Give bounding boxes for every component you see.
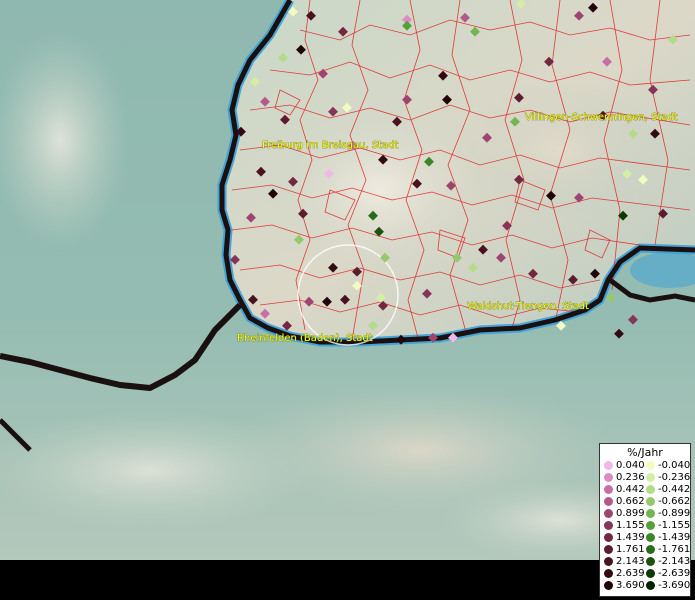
legend-value: -3.690 <box>658 580 691 591</box>
legend-value: -0.899 <box>658 508 691 519</box>
city-label-villingen: Villingen-Schwenningen, Stadt <box>525 112 678 123</box>
legend-value: 2.143 <box>616 556 645 567</box>
legend-swatch <box>646 485 655 494</box>
legend-swatch <box>604 497 613 506</box>
legend-value: -0.236 <box>658 472 691 483</box>
city-label-waldshut: Waldshut-Tiengen, Stadt <box>467 301 589 312</box>
legend-swatch <box>604 509 613 518</box>
legend-swatch <box>604 581 613 590</box>
legend-value: -1.155 <box>658 520 691 531</box>
bottom-bar <box>0 560 600 600</box>
legend-value: 0.236 <box>616 472 645 483</box>
legend-swatch <box>646 581 655 590</box>
legend-swatch <box>646 473 655 482</box>
legend-swatch <box>646 569 655 578</box>
legend-value: 0.899 <box>616 508 645 519</box>
legend-swatch <box>604 521 613 530</box>
legend-value: 1.761 <box>616 544 645 555</box>
legend: %/Jahr 0.040 0.236 0.442 0.662 0.899 1.155 1.4… <box>599 443 691 597</box>
legend-value: 1.439 <box>616 532 645 543</box>
city-label-rheinfelden: Rheinfelden (Baden), Stadt <box>237 333 373 344</box>
legend-value: -0.662 <box>658 496 691 507</box>
legend-value: -1.761 <box>658 544 691 555</box>
legend-swatch <box>604 533 613 542</box>
legend-value: -0.442 <box>658 484 691 495</box>
legend-value: 1.155 <box>616 520 645 531</box>
legend-swatch <box>646 533 655 542</box>
map-view[interactable]: Freiburg im Breisgau, Stadt Villingen-Sc… <box>0 0 695 600</box>
legend-value: -2.143 <box>658 556 691 567</box>
legend-swatch <box>646 509 655 518</box>
legend-title: %/Jahr <box>627 446 663 459</box>
legend-swatch <box>646 557 655 566</box>
legend-value: 3.690 <box>616 580 645 591</box>
baar-relief <box>450 80 670 220</box>
legend-swatch <box>604 545 613 554</box>
legend-value: -2.639 <box>658 568 691 579</box>
legend-value: 2.639 <box>616 568 645 579</box>
terrain-map[interactable]: Freiburg im Breisgau, Stadt Villingen-Sc… <box>0 0 695 600</box>
legend-value: 0.442 <box>616 484 645 495</box>
city-label-freiburg: Freiburg im Breisgau, Stadt <box>262 140 399 151</box>
legend-swatch <box>646 461 655 470</box>
legend-swatch <box>646 521 655 530</box>
legend-swatch <box>604 569 613 578</box>
legend-swatch <box>604 461 613 470</box>
legend-swatch <box>604 557 613 566</box>
legend-value: -1.439 <box>658 532 691 543</box>
legend-value: -0.040 <box>658 460 691 471</box>
legend-swatch <box>646 497 655 506</box>
legend-value: 0.662 <box>616 496 645 507</box>
legend-value: 0.040 <box>616 460 645 471</box>
legend-swatch <box>604 485 613 494</box>
legend-swatch <box>604 473 613 482</box>
legend-swatch <box>646 545 655 554</box>
